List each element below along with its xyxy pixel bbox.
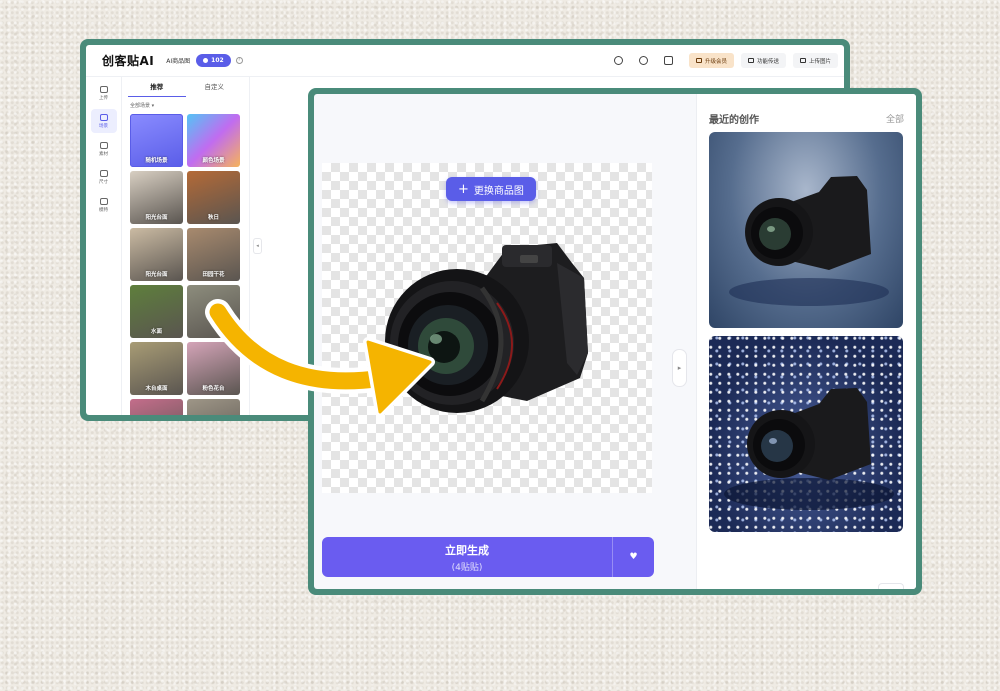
plus-icon: + (458, 181, 469, 197)
generate-options-button[interactable]: ♥ (612, 537, 654, 577)
scene-tile-label: 秋日 (207, 215, 219, 221)
feature-label: 功能传送 (756, 58, 779, 65)
upgrade-button[interactable]: 升级会员 (688, 53, 734, 68)
rail-label: 素材 (99, 151, 108, 157)
generate-cost: (4贴贴) (451, 562, 483, 573)
tab-recommended[interactable]: 推荐 (128, 77, 186, 97)
generate-label: 立即生成 (445, 543, 489, 557)
settings-icon[interactable] (638, 56, 648, 65)
scene-grid-icon (99, 113, 108, 121)
scene-tabs: 推荐 自定义 (128, 77, 243, 97)
recent-title: 最近的创作 (709, 115, 759, 126)
collapse-panel-button[interactable]: ◂ (253, 238, 262, 254)
scene-tile[interactable]: 随机场景 (130, 114, 183, 167)
camera-render-1 (729, 176, 889, 306)
recent-creation-2[interactable] (709, 336, 903, 532)
rail-item-scene[interactable]: 场景 (90, 109, 117, 133)
left-rail: 上传 场景 素材 尺寸 模特 (86, 77, 122, 415)
size-icon (99, 169, 108, 177)
scene-tile[interactable]: 木台桌面 (130, 342, 183, 395)
generate-button[interactable]: 立即生成 (4贴贴) (322, 537, 612, 577)
rail-label: 模特 (99, 207, 108, 213)
scene-tile-label: 田园干花 (202, 272, 225, 278)
replace-product-button[interactable]: + 更换商品图 (446, 177, 536, 201)
points-badge[interactable]: 102 (196, 54, 231, 67)
scene-tile[interactable]: 田园干花 (187, 228, 240, 281)
fullscreen-icon[interactable] (663, 56, 673, 65)
scene-panel: 推荐 自定义 全部场景 ▾ 随机场景 颜色场景 阳光台面 秋日 阳光台面 田园干花 水面 木台… (122, 77, 250, 415)
person-icon (99, 197, 108, 205)
rail-label: 尺寸 (99, 179, 108, 185)
scene-tile[interactable]: 阳光台面 (130, 171, 183, 224)
scene-tile-label: 阳光台面 (145, 215, 168, 221)
scene-tile[interactable]: 秋日 (187, 171, 240, 224)
recent-creations-panel: 最近的创作 全部 (696, 94, 916, 589)
tab-custom[interactable]: 自定义 (186, 77, 244, 97)
cloud-upload-icon (99, 85, 108, 93)
scene-grid: 随机场景 颜色场景 阳光台面 秋日 阳光台面 田园干花 水面 木台桌面 粉色花台 (130, 114, 249, 415)
scene-tile[interactable]: 粉色花台 (187, 342, 240, 395)
top-bar: 创客贴AI AI商品图 102 ? 升级会员 功能传送 上传图片 (86, 45, 844, 77)
heart-icon: ♥ (629, 552, 638, 562)
product-canvas[interactable] (322, 163, 652, 493)
rail-item-upload[interactable]: 上传 (91, 81, 117, 105)
scene-tile-label: 木台桌面 (145, 386, 168, 392)
grid-icon (747, 58, 754, 63)
scene-filter-dropdown[interactable]: 全部场景 ▾ (130, 102, 241, 109)
front-window: + 更换商品图 立即生成 (4贴贴) ♥ ▸ 最近的创作 全部 (314, 94, 916, 589)
feature-transfer-button[interactable]: 功能传送 (740, 53, 786, 68)
rail-item-model[interactable]: 模特 (91, 193, 117, 217)
recent-creation-1[interactable] (709, 132, 903, 328)
rail-item-size[interactable]: 尺寸 (91, 165, 117, 189)
crown-icon (695, 58, 702, 63)
scene-tile-label: 颜色场景 (202, 158, 225, 164)
camera-product-image (385, 243, 588, 413)
scene-tile[interactable]: 阳光台面 (130, 228, 183, 281)
upload-label: 上传图片 (808, 58, 831, 65)
recent-all-link[interactable]: 全部 (886, 112, 904, 125)
rail-item-material[interactable]: 素材 (91, 137, 117, 161)
upgrade-label: 升级会员 (704, 58, 727, 65)
history-icon[interactable] (613, 56, 623, 65)
scene-tile-label: 粉色花台 (202, 386, 225, 392)
coin-icon (203, 58, 209, 63)
rail-label: 上传 (99, 95, 108, 101)
rail-label: 场景 (99, 123, 108, 129)
scene-tile[interactable] (187, 399, 240, 415)
front-window-frame: + 更换商品图 立即生成 (4贴贴) ♥ ▸ 最近的创作 全部 (308, 88, 922, 595)
cloud-icon (99, 141, 108, 149)
info-icon[interactable]: ? (235, 57, 243, 64)
app-logo[interactable]: 创客贴AI (102, 52, 154, 69)
replace-product-label: 更换商品图 (473, 185, 524, 197)
scene-tile-label: 阳光台面 (145, 272, 168, 278)
top-right-actions: 升级会员 功能传送 上传图片 (613, 53, 838, 68)
scene-tile-label: 随机场景 (145, 158, 168, 164)
scene-tile-label: 水面 (150, 329, 162, 335)
upload-image-button[interactable]: 上传图片 (792, 53, 838, 68)
upload-icon (799, 58, 806, 63)
points-count: 102 (211, 57, 224, 64)
scroll-chip (878, 583, 904, 589)
scene-tile[interactable] (130, 399, 183, 415)
camera-render-2 (724, 388, 894, 510)
scene-tile[interactable] (187, 285, 240, 338)
scene-tile[interactable]: 水面 (130, 285, 183, 338)
nav-ai-product-image[interactable]: AI商品图 (166, 56, 190, 65)
expand-panel-button[interactable]: ▸ (672, 349, 687, 387)
scene-tile[interactable]: 颜色场景 (187, 114, 240, 167)
